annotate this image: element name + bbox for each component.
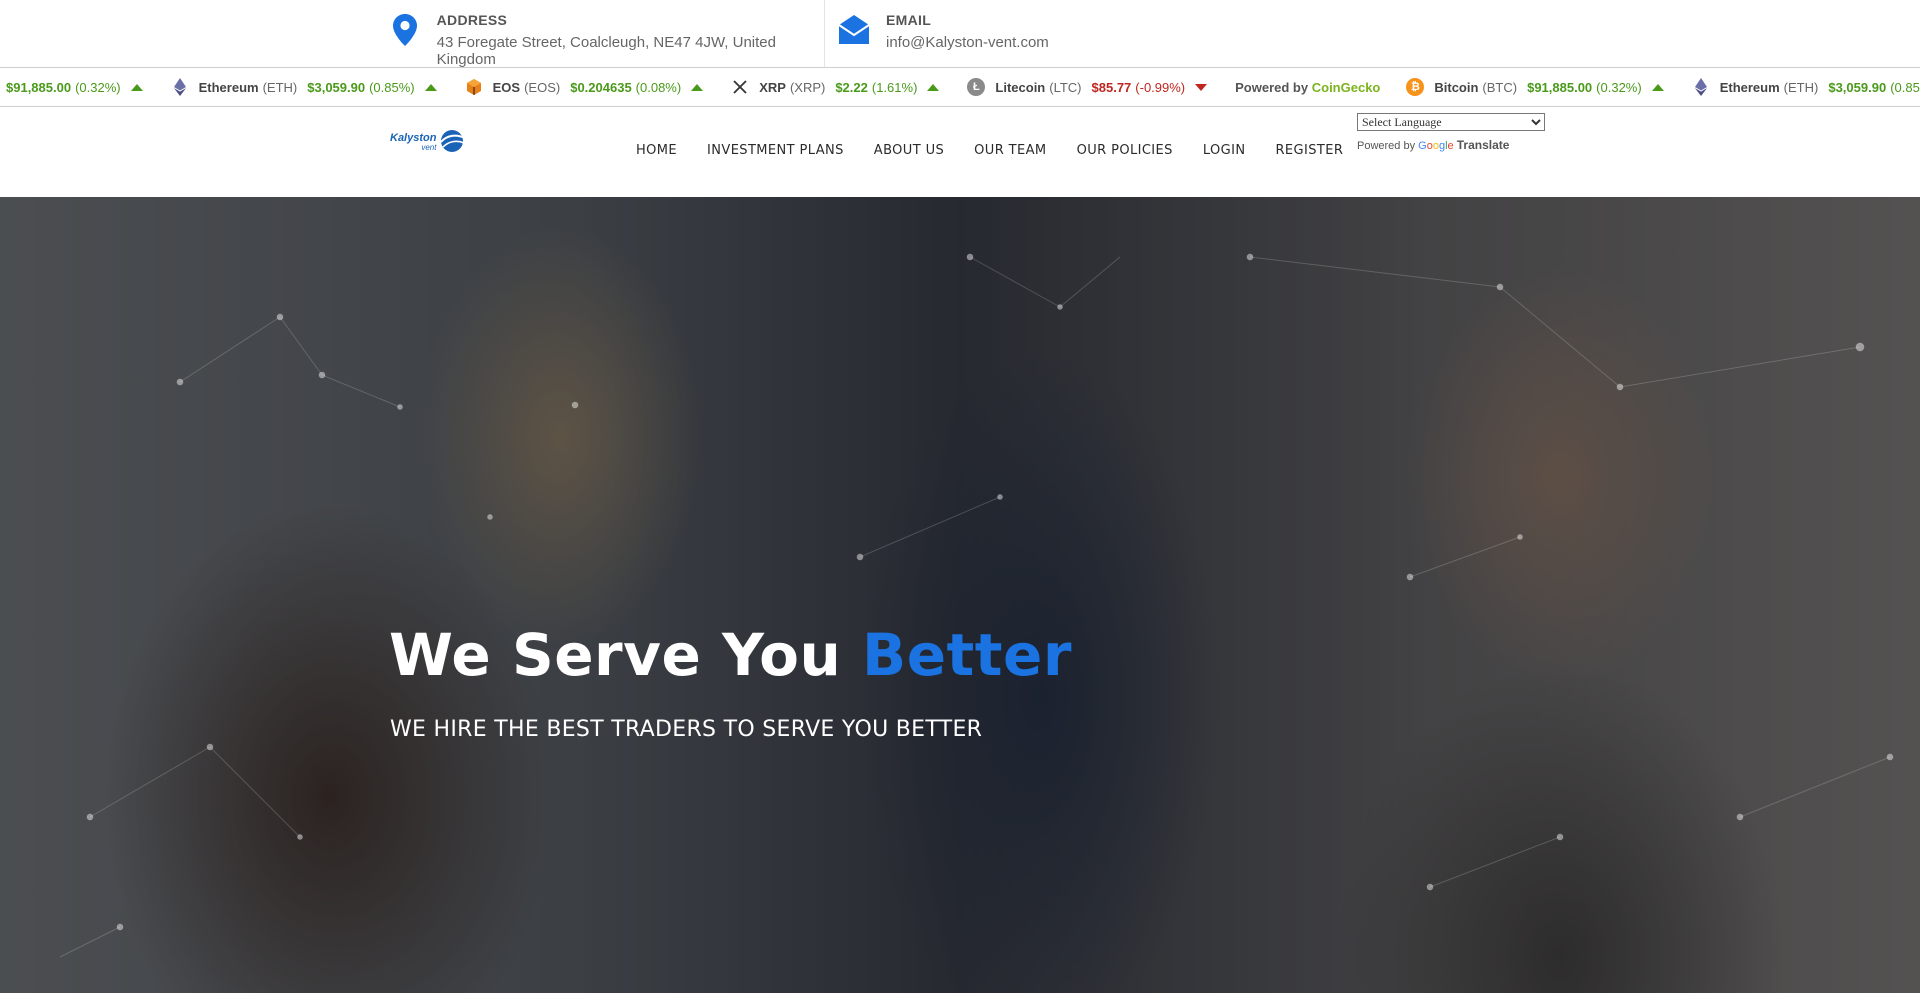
litecoin-icon: Ł: [967, 78, 986, 96]
ticker-change: (1.61%): [871, 79, 918, 95]
logo-line2: vent: [421, 143, 437, 152]
ticker-symbol: (LTC): [1049, 79, 1082, 95]
hero-title: We Serve You Better: [389, 621, 1072, 689]
language-select[interactable]: Select Language: [1357, 113, 1545, 131]
ticker-price: $91,885.00: [6, 79, 72, 95]
hero-subtitle: WE HIRE THE BEST TRADERS TO SERVE YOU BE…: [390, 717, 983, 742]
site-logo[interactable]: Kalyston vent: [390, 129, 466, 157]
coingecko-link[interactable]: CoinGecko: [1312, 80, 1381, 95]
ticker-price: $85.77: [1091, 79, 1132, 95]
crypto-ticker: $91,885.00 (0.32%) Ethereum (ETH) $3,059…: [0, 67, 1920, 107]
ticker-change: (0.32%): [75, 79, 121, 95]
nav-investment-plans[interactable]: INVESTMENT PLANS: [707, 143, 844, 158]
logo-swoosh-icon: [438, 129, 466, 157]
ticker-symbol: (BTC): [1482, 79, 1518, 95]
nav-login[interactable]: LOGIN: [1203, 143, 1246, 158]
email-block: EMAIL info@Kalyston-vent.com: [836, 0, 1049, 67]
arrow-up-icon: [130, 83, 143, 91]
ticker-symbol: (ETH): [1783, 79, 1819, 95]
ticker-name: Bitcoin: [1434, 79, 1479, 95]
ticker-change: (0.85%): [369, 79, 415, 95]
ticker-name: Ethereum: [1719, 79, 1780, 95]
powered-prefix: Powered by: [1235, 79, 1309, 95]
eos-icon: [465, 78, 483, 96]
email-value[interactable]: info@Kalyston-vent.com: [886, 34, 1049, 51]
hero-banner: We Serve You Better WE HIRE THE BEST TRA…: [0, 197, 1920, 993]
ticker-name: EOS: [492, 79, 521, 95]
main-navbar: Kalyston vent HOME INVESTMENT PLANS ABOU…: [0, 107, 1920, 196]
ticker-powered-by[interactable]: Powered by CoinGecko: [1235, 80, 1380, 95]
nav-our-team[interactable]: OUR TEAM: [974, 143, 1046, 158]
ticker-item[interactable]: ₿ Bitcoin (BTC) $91,885.00 (0.32%): [1406, 78, 1664, 96]
primary-nav: HOME INVESTMENT PLANS ABOUT US OUR TEAM …: [636, 143, 1373, 158]
address-value: 43 Foregate Street, Coalcleugh, NE47 4JW…: [436, 34, 776, 68]
hero-title-highlight: Better: [862, 621, 1072, 689]
ticker-symbol: (EOS): [524, 79, 561, 95]
arrow-up-icon: [927, 83, 940, 91]
ethereum-icon: [1692, 78, 1710, 96]
email-label: EMAIL: [886, 12, 932, 28]
nav-our-policies[interactable]: OUR POLICIES: [1077, 143, 1173, 158]
ticker-change: (0.32%): [1596, 79, 1642, 95]
ticker-item[interactable]: XRP (XRP) $2.22 (1.61%): [731, 78, 940, 96]
nav-home[interactable]: HOME: [636, 143, 677, 158]
ticker-change: (0.85%): [1890, 79, 1920, 95]
ticker-change: (0.08%): [635, 79, 682, 95]
google-translate-widget: Select Language Powered by Google Transl…: [1357, 111, 1545, 152]
map-pin-icon: [388, 10, 423, 50]
ticker-item[interactable]: Ł Litecoin (LTC) $85.77 (-0.99%): [967, 78, 1208, 96]
ticker-change: (-0.99%): [1135, 79, 1186, 95]
ticker-price: $2.22: [835, 79, 868, 95]
google-wordmark[interactable]: Google: [1418, 140, 1454, 152]
ticker-symbol: (ETH): [262, 79, 298, 95]
ticker-item[interactable]: Ethereum (ETH) $3,059.90 (0.85%): [171, 78, 437, 96]
ticker-item[interactable]: Ethereum (ETH) $3,059.90 (0.85%): [1692, 78, 1920, 96]
arrow-down-icon: [1195, 83, 1208, 91]
ticker-name: Ethereum: [198, 79, 259, 95]
ticker-name: XRP: [759, 79, 786, 95]
arrow-up-icon: [1651, 83, 1664, 91]
arrow-up-icon: [424, 83, 437, 91]
network-lines-decoration: [59, 253, 1894, 958]
bitcoin-icon: ₿: [1406, 78, 1425, 96]
hero-title-main: We Serve You: [389, 621, 842, 689]
logo-text: Kalyston vent: [390, 133, 436, 153]
ticker-price: $0.204635: [570, 79, 632, 95]
ticker-track: $91,885.00 (0.32%) Ethereum (ETH) $3,059…: [6, 68, 1920, 106]
address-block: ADDRESS 43 Foregate Street, Coalcleugh, …: [388, 0, 825, 68]
ticker-price: $91,885.00: [1527, 79, 1593, 95]
xrp-icon: [731, 78, 749, 96]
ethereum-icon: [171, 78, 189, 96]
arrow-up-icon: [691, 83, 704, 91]
nav-about-us[interactable]: ABOUT US: [874, 143, 944, 158]
address-label: ADDRESS: [436, 12, 508, 28]
ticker-item[interactable]: $91,885.00 (0.32%): [6, 80, 143, 95]
ticker-price: $3,059.90: [1828, 79, 1887, 95]
envelope-icon: [836, 10, 872, 50]
ticker-symbol: (XRP): [789, 79, 826, 95]
ticker-name: Litecoin: [995, 79, 1046, 95]
translate-powered-by: Powered by: [1357, 140, 1416, 152]
ticker-price: $3,059.90: [307, 79, 366, 95]
translate-attribution: Powered by Google Translate: [1357, 138, 1545, 152]
contact-bar: ADDRESS 43 Foregate Street, Coalcleugh, …: [0, 0, 1920, 68]
ticker-item[interactable]: EOS (EOS) $0.204635 (0.08%): [465, 78, 704, 96]
translate-link[interactable]: Translate: [1457, 138, 1510, 152]
nav-register[interactable]: REGISTER: [1275, 143, 1343, 158]
